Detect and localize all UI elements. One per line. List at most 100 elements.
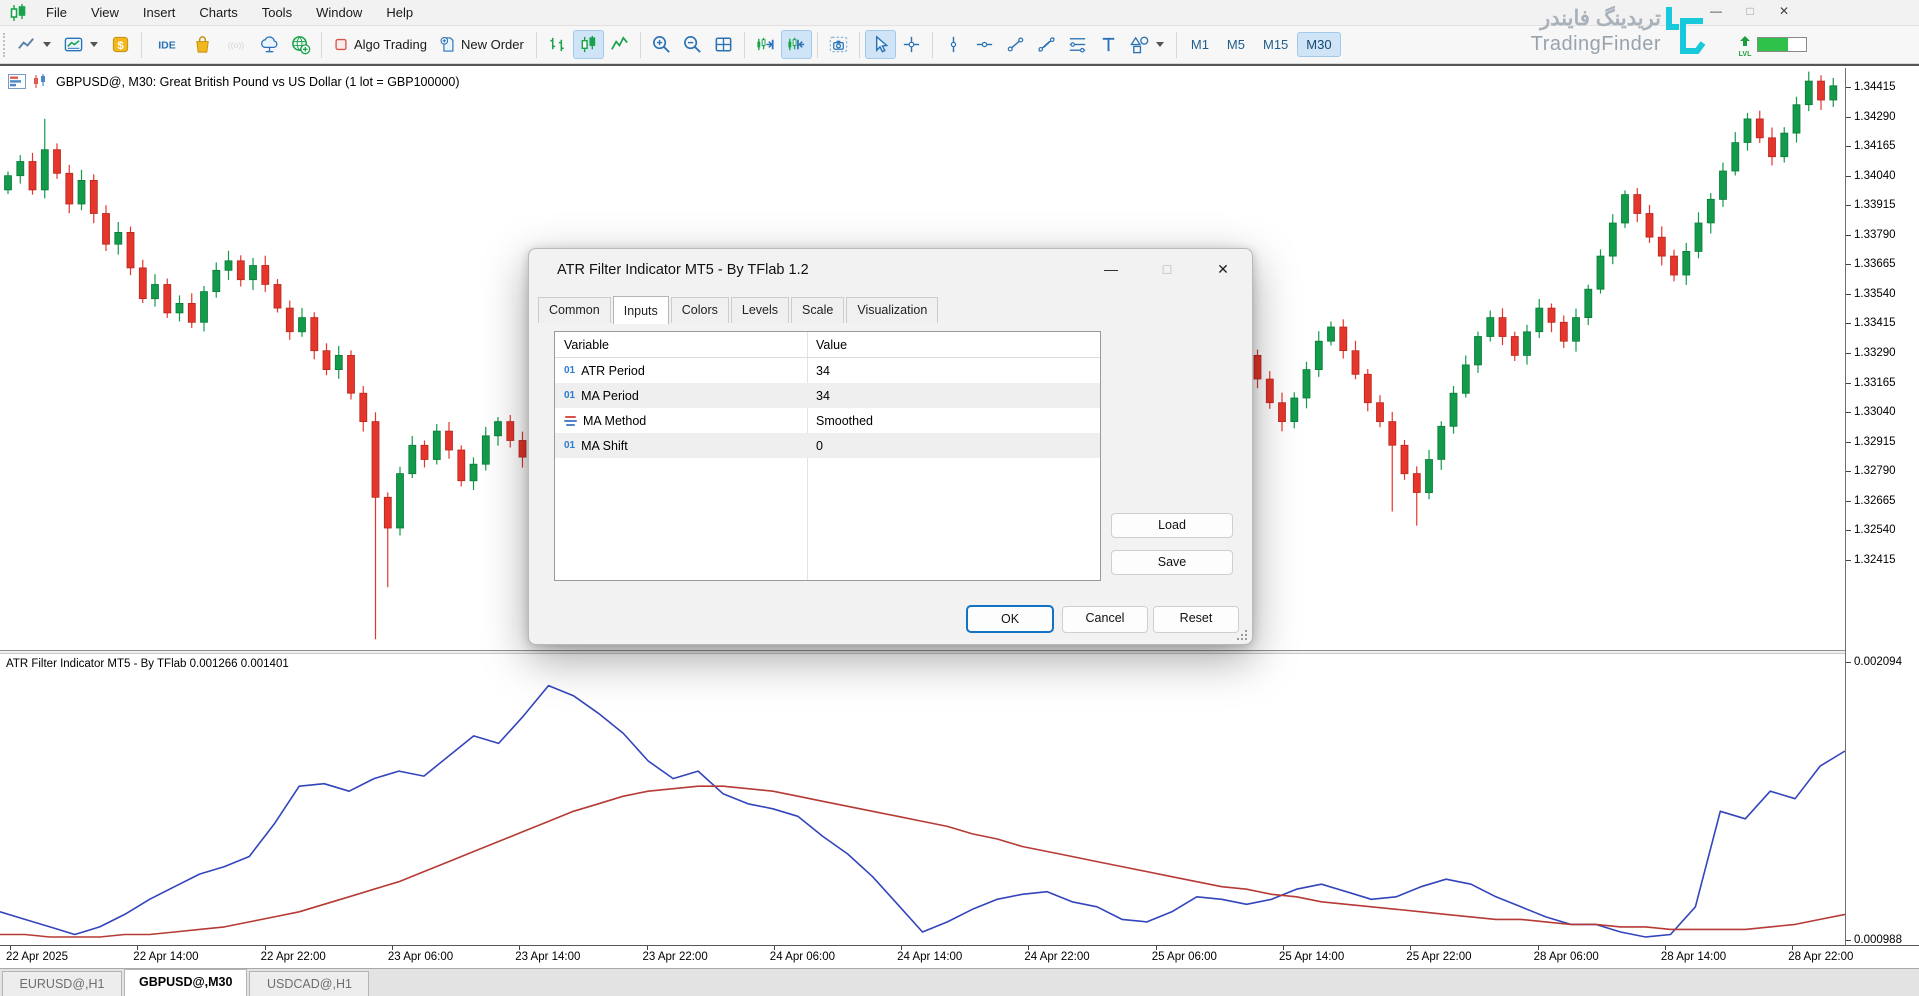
dropdown-caret-icon[interactable] <box>90 42 98 47</box>
ok-button[interactable]: OK <box>966 605 1054 633</box>
dialog-tab-common[interactable]: Common <box>538 297 611 323</box>
price-scale-tick <box>1846 117 1851 118</box>
param-row-ma-period[interactable]: 01MA Period 34 <box>555 383 1100 408</box>
line-chart-profile-button[interactable] <box>11 30 58 59</box>
line-chart-button[interactable] <box>604 30 635 59</box>
menu-window[interactable]: Window <box>304 1 374 24</box>
shapes-icon <box>1129 34 1150 55</box>
bars-chart-button[interactable] <box>542 30 573 59</box>
chart-tab-gbpusd--m30[interactable]: GBPUSD@,M30 <box>124 969 247 996</box>
dialog-close-button[interactable]: ✕ <box>1208 257 1238 281</box>
cursor-button[interactable] <box>865 30 896 59</box>
time-axis-label: 24 Apr 06:00 <box>770 951 835 963</box>
trendline-button[interactable] <box>1000 30 1031 59</box>
dialog-tab-colors[interactable]: Colors <box>671 297 729 323</box>
dialog-tab-scale[interactable]: Scale <box>791 297 844 323</box>
menu-tools[interactable]: Tools <box>250 1 304 24</box>
menu-view[interactable]: View <box>79 1 131 24</box>
crosshair-button[interactable] <box>896 30 927 59</box>
horizontal-line-button[interactable] <box>969 30 1000 59</box>
param-value[interactable]: 34 <box>807 364 830 378</box>
window-maximize-button[interactable]: □ <box>1739 3 1761 19</box>
table-header-row: Variable Value <box>555 332 1100 358</box>
dialog-tab-levels[interactable]: Levels <box>731 297 789 323</box>
timeframe-m5-button[interactable]: M5 <box>1218 32 1254 57</box>
cloud-button[interactable] <box>254 30 285 59</box>
param-value[interactable]: 34 <box>807 389 830 403</box>
dialog-title: ATR Filter Indicator MT5 - By TFlab 1.2 <box>557 262 809 278</box>
indicator-window-button[interactable] <box>58 30 105 59</box>
param-row-ma-shift[interactable]: 01MA Shift 0 <box>555 433 1100 458</box>
param-row-ma-method[interactable]: MA Method Smoothed <box>555 408 1100 433</box>
equidistant-channel-button[interactable] <box>1031 30 1062 59</box>
time-axis-label: 22 Apr 2025 <box>6 951 68 963</box>
time-axis-label: 24 Apr 14:00 <box>897 951 962 963</box>
zoom-in-button[interactable] <box>646 30 677 59</box>
save-button[interactable]: Save <box>1111 550 1233 575</box>
cloud-icon <box>259 34 280 55</box>
signals-button[interactable]: ((o)) <box>218 30 254 59</box>
time-axis-label: 23 Apr 14:00 <box>515 951 580 963</box>
toolbar-grip[interactable] <box>3 33 7 57</box>
candles-chart-button[interactable] <box>573 30 604 59</box>
cancel-button[interactable]: Cancel <box>1062 606 1148 633</box>
toolbar: $ IDE ((o)) Algo Trading New Order M1M5M15M30 <box>0 26 1919 64</box>
dialog-minimize-button[interactable]: — <box>1096 257 1126 281</box>
new-order-doc-button[interactable]: New Order <box>434 30 531 59</box>
time-axis-tick <box>1156 946 1157 950</box>
integer-param-icon: 01 <box>564 440 575 451</box>
menu-insert[interactable]: Insert <box>131 1 188 24</box>
fibonacci-button[interactable] <box>1062 30 1093 59</box>
window-minimize-button[interactable]: — <box>1705 3 1727 19</box>
community-button[interactable] <box>285 30 316 59</box>
vertical-line-button[interactable] <box>938 30 969 59</box>
timeframe-m15-button[interactable]: M15 <box>1254 32 1297 57</box>
time-axis-tick <box>774 946 775 950</box>
xp-progress-bar[interactable] <box>1757 37 1807 52</box>
dropdown-caret-icon[interactable] <box>43 42 51 47</box>
load-button[interactable]: Load <box>1111 513 1233 538</box>
menu-file[interactable]: File <box>34 1 79 24</box>
indicator-pane-canvas[interactable] <box>0 654 1845 945</box>
chart-tab-eurusd--h1[interactable]: EURUSD@,H1 <box>2 971 122 996</box>
dialog-resize-grip[interactable] <box>1235 628 1247 640</box>
tile-windows-button[interactable] <box>708 30 739 59</box>
price-scale[interactable]: 1.344151.342901.341651.340401.339151.337… <box>1845 68 1919 945</box>
shapes-button[interactable] <box>1124 30 1171 59</box>
menu-charts[interactable]: Charts <box>187 1 249 24</box>
timeframe-m30-button[interactable]: M30 <box>1297 32 1340 57</box>
dialog-tab-inputs[interactable]: Inputs <box>613 296 669 324</box>
time-axis[interactable]: 22 Apr 202522 Apr 14:0022 Apr 22:0023 Ap… <box>0 945 1919 968</box>
price-scale-label: 1.32415 <box>1854 554 1896 566</box>
chart-tab-bar: EURUSD@,H1GBPUSD@,M30USDCAD@,H1 <box>0 968 1919 996</box>
algo-square-button[interactable]: Algo Trading <box>327 30 434 59</box>
reset-button[interactable]: Reset <box>1153 606 1239 633</box>
param-value[interactable]: 0 <box>807 439 823 453</box>
auto-scroll-button[interactable] <box>781 30 812 59</box>
dollar-button[interactable]: $ <box>105 30 136 59</box>
chart-title: GBPUSD@, M30: Great British Pound vs US … <box>56 75 459 89</box>
chart-tab-usdcad--h1[interactable]: USDCAD@,H1 <box>249 971 369 996</box>
shift-end-button[interactable] <box>750 30 781 59</box>
algo-square-label: Algo Trading <box>354 37 429 52</box>
menu-help[interactable]: Help <box>374 1 425 24</box>
camera-icon <box>828 34 849 55</box>
price-scale-tick <box>1846 471 1851 472</box>
window-close-button[interactable]: ✕ <box>1773 3 1795 19</box>
zoom-out-button[interactable] <box>677 30 708 59</box>
timeframe-m1-button[interactable]: M1 <box>1182 32 1218 57</box>
dialog-maximize-button[interactable]: □ <box>1152 257 1182 281</box>
dropdown-caret-icon[interactable] <box>1156 42 1164 47</box>
toolbar-separator <box>536 32 537 58</box>
dialog-title-bar[interactable]: ATR Filter Indicator MT5 - By TFlab 1.2 … <box>529 249 1252 291</box>
ide-button[interactable]: IDE <box>147 30 187 59</box>
text-tool-button[interactable] <box>1093 30 1124 59</box>
time-axis-tick <box>519 946 520 950</box>
camera-button[interactable] <box>823 30 854 59</box>
market-bag-button[interactable] <box>187 30 218 59</box>
param-value[interactable]: Smoothed <box>807 414 873 428</box>
dialog-tab-visualization[interactable]: Visualization <box>846 297 938 323</box>
param-row-atr-period[interactable]: 01ATR Period 34 <box>555 358 1100 383</box>
window-controls: — □ ✕ <box>1705 3 1795 19</box>
vertical-line-icon <box>943 34 964 55</box>
